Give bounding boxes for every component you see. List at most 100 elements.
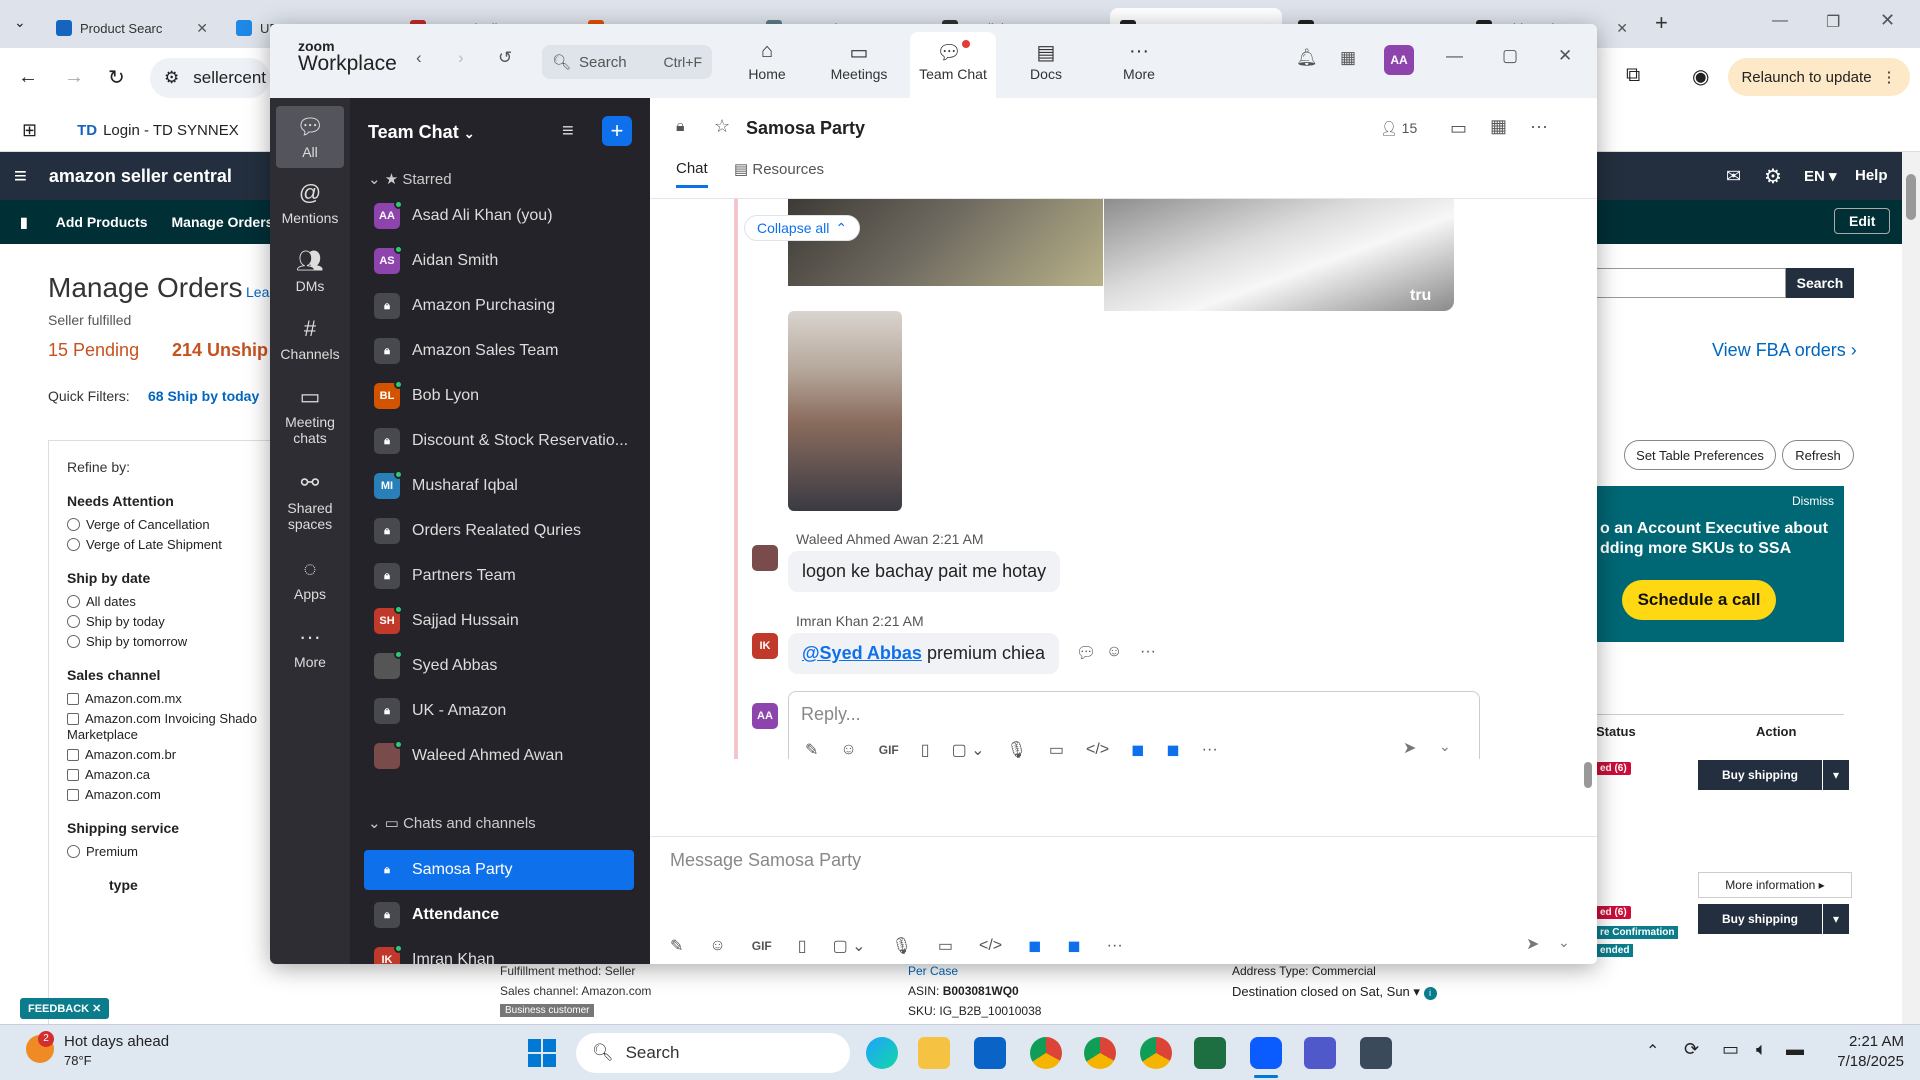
nav-home[interactable]: ⌂ Home <box>724 40 810 82</box>
maximize-icon[interactable]: ▢ <box>1502 46 1518 66</box>
site-info-icon[interactable]: ⚙ <box>164 68 179 88</box>
destination-closed[interactable]: Destination closed on Sat, Sun ▾ i <box>1232 984 1437 1000</box>
history-icon[interactable]: ↺ <box>498 48 512 68</box>
nav-team-chat[interactable]: 💬︎ Team Chat <box>910 32 996 98</box>
chat-list-item[interactable]: Syed Abbas <box>364 646 634 686</box>
chat-list-item[interactable]: 🔒︎ Attendance <box>364 895 634 935</box>
browser-tab[interactable]: Product Searc ✕ <box>46 8 218 48</box>
file-icon[interactable]: ▯ <box>798 936 807 956</box>
code-icon[interactable]: </> <box>979 937 1002 955</box>
hamburger-icon[interactable]: ≡ <box>14 163 27 189</box>
battery-icon[interactable]: ▬ <box>1786 1039 1804 1060</box>
rail-all[interactable]: 💬︎ All <box>276 106 344 168</box>
chat-list-item[interactable]: BL Bob Lyon <box>364 376 634 416</box>
video-message-icon[interactable]: ▭ <box>1049 740 1064 759</box>
buy-shipping-button[interactable]: Buy shipping <box>1698 904 1822 934</box>
members-button[interactable]: 👤︎ 15 <box>1380 120 1417 137</box>
bookmark-icon[interactable]: ▮ <box>20 214 28 231</box>
relaunch-button[interactable]: Relaunch to update ⋮ <box>1728 58 1910 96</box>
settings-icon[interactable]: ⚙ <box>1764 164 1782 189</box>
file-explorer-icon[interactable] <box>918 1037 950 1069</box>
back-icon[interactable]: ← <box>18 66 38 89</box>
screenshot-icon[interactable]: ▢ ⌄ <box>952 740 985 759</box>
buy-shipping-dropdown[interactable]: ▾ <box>1823 904 1849 934</box>
avatar[interactable]: IK <box>752 633 778 659</box>
image-attachment[interactable] <box>788 199 1103 286</box>
filter-channel-br[interactable]: Amazon.com.br <box>67 747 260 762</box>
excel-icon[interactable] <box>1194 1037 1226 1069</box>
filter-channel-ca[interactable]: Amazon.ca <box>67 767 260 782</box>
send-options-icon[interactable]: ⌄ <box>1439 738 1451 755</box>
filter-verge-cancellation[interactable]: Verge of Cancellation <box>67 517 260 532</box>
starred-section-header[interactable]: ⌄ ★ Starred <box>368 170 452 188</box>
tab-chat[interactable]: Chat <box>676 160 708 188</box>
emoji-icon[interactable]: ☺ <box>840 741 856 759</box>
chat-list-item[interactable]: MI Musharaf Iqbal <box>364 466 634 506</box>
set-table-preferences-button[interactable]: Set Table Preferences <box>1624 440 1776 470</box>
calculator-icon[interactable] <box>1360 1037 1392 1069</box>
rail-mentions[interactable]: @ Mentions <box>270 180 350 226</box>
chat-list-item[interactable]: Waleed Ahmed Awan <box>364 736 634 776</box>
app-icon[interactable]: ◼ <box>1131 740 1144 759</box>
view-fba-link[interactable]: View FBA orders › <box>1712 340 1857 361</box>
start-button[interactable] <box>528 1039 556 1067</box>
format-icon[interactable]: ✎ <box>670 936 683 956</box>
app-icon[interactable]: ◼ <box>1166 740 1179 759</box>
zoom-search-bar[interactable]: 🔍︎ Search Ctrl+F <box>542 45 712 79</box>
chat-list-item[interactable]: 🔒︎ Discount & Stock Reservatio... <box>364 421 634 461</box>
filter-channel-invoicing[interactable]: Amazon.com Invoicing Shado <box>67 711 260 726</box>
chat-list-item[interactable]: IK Imran Khan <box>364 940 634 964</box>
calendar-icon[interactable]: ▦ <box>1490 116 1507 137</box>
amazon-brand[interactable]: amazon seller central <box>49 166 232 187</box>
volume-icon[interactable]: 🔈︎ <box>1756 1039 1767 1060</box>
more-information-button[interactable]: More information ▸ <box>1698 872 1852 898</box>
nav-docs[interactable]: ▤ Docs <box>1003 40 1089 82</box>
back-arrow-icon[interactable]: ‹ <box>416 48 422 68</box>
collapse-all-button[interactable]: Collapse all ⌃ <box>744 215 861 241</box>
show-hidden-icons[interactable]: ⌃ <box>1646 1041 1659 1061</box>
more-icon[interactable]: ··· <box>1202 741 1218 759</box>
pending-tab[interactable]: 15 Pending <box>48 340 139 361</box>
teams-icon[interactable] <box>1304 1037 1336 1069</box>
clock-date[interactable]: 7/18/2025 <box>1814 1053 1904 1070</box>
chrome-icon[interactable] <box>1030 1037 1062 1069</box>
reply-input[interactable]: Reply... <box>801 704 861 725</box>
app-icon[interactable]: ◼ <box>1028 936 1041 956</box>
chat-list-item[interactable]: SH Sajjad Hussain <box>364 601 634 641</box>
message-bubble[interactable]: logon ke bachay pait me hotay <box>788 551 1061 592</box>
bookmark-td-synnex[interactable]: TD Login - TD SYNNEX <box>77 122 239 139</box>
rail-meeting-chats[interactable]: ▭ Meeting chats <box>270 384 350 446</box>
thread-scrollbar[interactable] <box>1584 762 1592 788</box>
chrome-icon[interactable] <box>1140 1037 1172 1069</box>
forward-arrow-icon[interactable]: › <box>458 48 464 68</box>
filter-ship-today[interactable]: Ship by today <box>67 614 260 629</box>
reload-icon[interactable]: ↻ <box>108 65 125 90</box>
filter-ship-tomorrow[interactable]: Ship by tomorrow <box>67 634 260 649</box>
rail-more[interactable]: ··· More <box>270 624 350 670</box>
calendar-icon[interactable]: ▦ <box>1340 48 1356 68</box>
address-bar[interactable]: ⚙ sellercent <box>150 58 270 98</box>
screenshot-icon[interactable]: ▢ ⌄ <box>833 936 866 956</box>
avatar[interactable] <box>752 545 778 571</box>
format-icon[interactable]: ✎ <box>805 740 818 759</box>
filter-icon[interactable]: ≡ <box>562 120 574 143</box>
video-message-icon[interactable]: ▭ <box>938 936 953 956</box>
mic-icon[interactable]: 🎙︎ <box>1007 740 1027 759</box>
edit-button[interactable]: Edit <box>1834 208 1891 234</box>
more-icon[interactable]: ··· <box>1107 937 1123 955</box>
mention-link[interactable]: @Syed Abbas <box>802 643 922 663</box>
display-icon[interactable]: ▭ <box>1722 1039 1739 1060</box>
tab-close-icon[interactable]: ✕ <box>1616 20 1628 37</box>
language-select[interactable]: EN ▾ <box>1804 167 1837 185</box>
close-browser-icon[interactable]: ✕ <box>1880 10 1895 31</box>
chat-list-item[interactable]: AA Asad Ali Khan (you) <box>364 196 634 236</box>
refresh-button[interactable]: Refresh <box>1782 440 1854 470</box>
taskbar-search[interactable]: 🔍︎ Search <box>576 1033 850 1073</box>
new-tab-icon[interactable]: + <box>1655 10 1668 36</box>
chat-list-item[interactable]: 🔒︎ Orders Realated Quries <box>364 511 634 551</box>
tab-close-icon[interactable]: ✕ <box>196 20 208 37</box>
rail-channels[interactable]: # Channels <box>270 316 350 362</box>
message-bubble[interactable]: @Syed Abbas premium chiea <box>788 633 1059 674</box>
page-scrollbar[interactable] <box>1902 152 1920 1024</box>
weather-title[interactable]: Hot days ahead <box>64 1033 169 1050</box>
